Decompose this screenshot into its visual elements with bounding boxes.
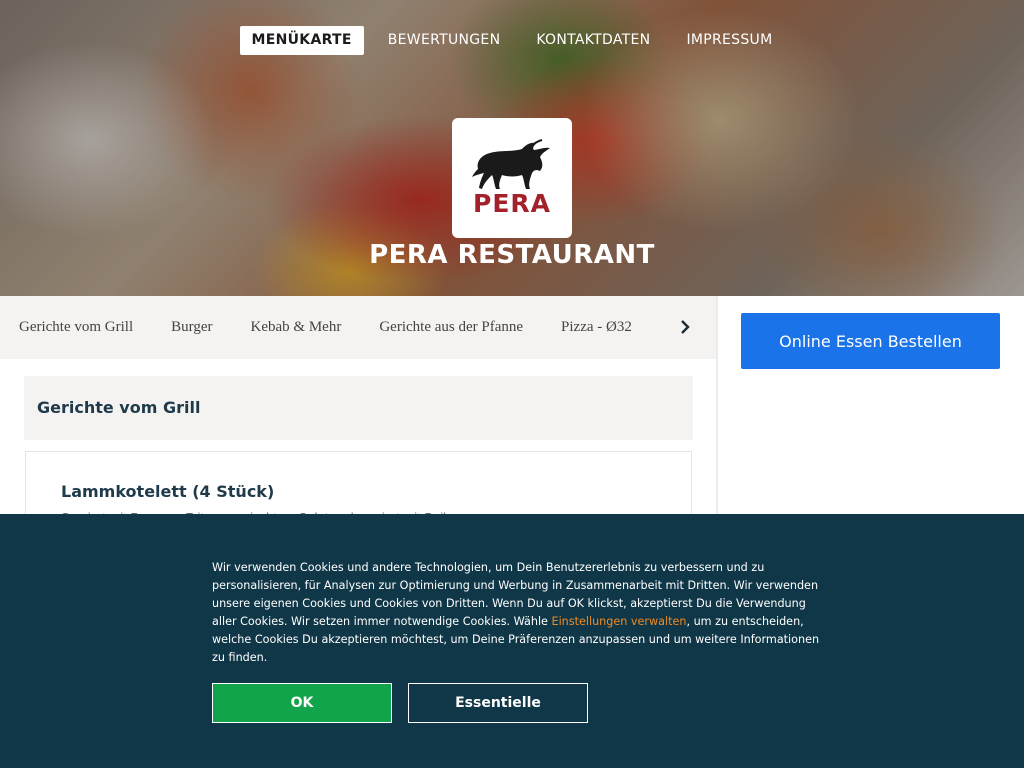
manage-settings-link[interactable]: Einstellungen verwalten <box>552 615 687 628</box>
dish-name: Lammkotelett (4 Stück) <box>61 482 275 501</box>
section-title: Gerichte vom Grill <box>24 376 693 440</box>
category-pfanne[interactable]: Gerichte aus der Pfanne <box>379 319 523 336</box>
cookie-essential-button[interactable]: Essentielle <box>408 683 588 723</box>
top-navigation: MENÜKARTE BEWERTUNGEN KONTAKTDATEN IMPRE… <box>0 26 1024 55</box>
category-list: Gerichte vom Grill Burger Kebab & Mehr G… <box>0 319 654 336</box>
restaurant-logo: PERA <box>452 118 572 238</box>
nav-bewertungen[interactable]: BEWERTUNGEN <box>376 26 513 55</box>
category-kebab[interactable]: Kebab & Mehr <box>251 319 342 336</box>
cookie-banner: Wir verwenden Cookies und andere Technol… <box>0 514 1024 768</box>
bull-icon <box>472 138 550 189</box>
cookie-text: Wir verwenden Cookies und andere Technol… <box>212 559 824 667</box>
restaurant-name: PERA RESTAURANT <box>369 240 655 270</box>
category-bar: Gerichte vom Grill Burger Kebab & Mehr G… <box>0 296 716 359</box>
category-burger[interactable]: Burger <box>171 319 212 336</box>
category-grill[interactable]: Gerichte vom Grill <box>19 319 133 336</box>
order-online-button[interactable]: Online Essen Bestellen <box>741 313 1000 369</box>
cookie-ok-button[interactable]: OK <box>212 683 392 723</box>
chevron-right-icon[interactable] <box>676 318 694 336</box>
nav-impressum[interactable]: IMPRESSUM <box>674 26 784 55</box>
category-pizza[interactable]: Pizza - Ø32 <box>561 319 632 336</box>
nav-kontaktdaten[interactable]: KONTAKTDATEN <box>524 26 662 55</box>
nav-menukarte[interactable]: MENÜKARTE <box>239 26 364 55</box>
logo-text: PERA <box>473 188 551 218</box>
